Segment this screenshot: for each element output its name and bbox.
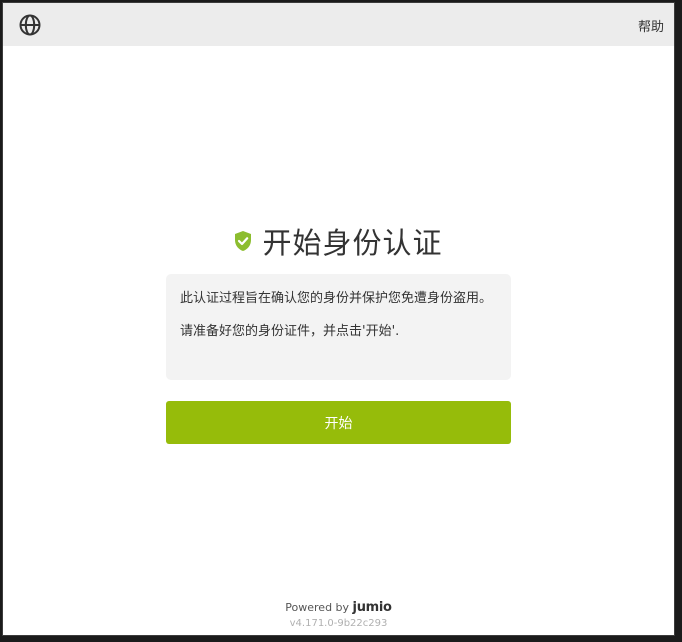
info-box: 此认证过程旨在确认您的身份并保护您免遭身份盗用。 请准备好您的身份证件，并点击'… <box>166 274 511 380</box>
window-edge <box>675 0 682 642</box>
version-label: v4.171.0-9b22c293 <box>289 618 388 629</box>
info-text-purpose: 此认证过程旨在确认您的身份并保护您免遭身份盗用。 <box>180 291 493 306</box>
powered-by-text: Powered by <box>285 601 350 614</box>
page-title: 开始身份认证 <box>262 226 443 260</box>
globe-icon[interactable] <box>18 13 42 37</box>
info-text-instructions: 请准备好您的身份证件，并点击'开始'. <box>180 324 400 339</box>
top-bar: 帮助 <box>3 3 674 46</box>
app-window: 帮助 开始身份认证 此认证过程旨在确认您的身份并保护您免遭身份盗用。 请准备好您… <box>2 2 675 636</box>
jumio-logo: jumio <box>352 600 392 615</box>
shield-check-icon <box>235 231 252 251</box>
powered-by: Powered by jumio <box>3 600 674 615</box>
title-row: 开始身份认证 <box>3 219 674 263</box>
help-link[interactable]: 帮助 <box>638 16 664 35</box>
start-button[interactable]: 开始 <box>166 401 511 444</box>
